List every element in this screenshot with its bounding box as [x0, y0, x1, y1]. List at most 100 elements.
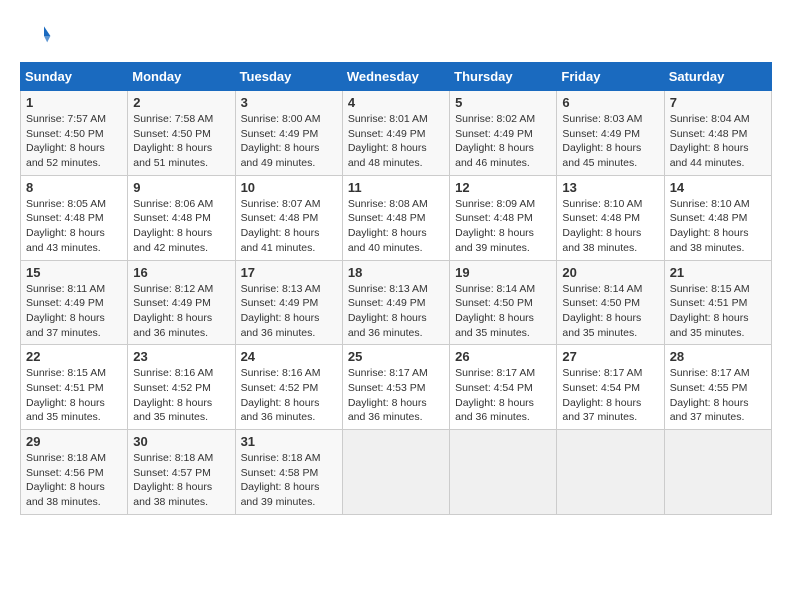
calendar-week-1: 1Sunrise: 7:57 AMSunset: 4:50 PMDaylight… — [21, 91, 772, 176]
calendar-table: SundayMondayTuesdayWednesdayThursdayFrid… — [20, 62, 772, 515]
calendar-cell: 7 Sunrise: 8:04 AMSunset: 4:48 PMDaylight… — [664, 91, 771, 176]
day-number: 26 — [455, 349, 551, 364]
day-info: Sunrise: 8:15 AMSunset: 4:51 PMDaylight:… — [670, 282, 766, 341]
day-info: Sunrise: 8:17 AMSunset: 4:55 PMDaylight:… — [670, 366, 766, 425]
day-info: Sunrise: 8:06 AMSunset: 4:48 PMDaylight:… — [133, 197, 229, 256]
day-info: Sunrise: 7:58 AMSunset: 4:50 PMDaylight:… — [133, 112, 229, 171]
day-info: Sunrise: 8:02 AMSunset: 4:49 PMDaylight:… — [455, 112, 551, 171]
day-info: Sunrise: 8:11 AMSunset: 4:49 PMDaylight:… — [26, 282, 122, 341]
day-info: Sunrise: 8:14 AMSunset: 4:50 PMDaylight:… — [455, 282, 551, 341]
day-header-friday: Friday — [557, 63, 664, 91]
day-number: 22 — [26, 349, 122, 364]
calendar-cell: 22 Sunrise: 8:15 AMSunset: 4:51 PMDayligh… — [21, 345, 128, 430]
day-info: Sunrise: 8:08 AMSunset: 4:48 PMDaylight:… — [348, 197, 444, 256]
calendar-cell: 20 Sunrise: 8:14 AMSunset: 4:50 PMDayligh… — [557, 260, 664, 345]
calendar-cell: 3 Sunrise: 8:00 AMSunset: 4:49 PMDaylight… — [235, 91, 342, 176]
day-info: Sunrise: 8:03 AMSunset: 4:49 PMDaylight:… — [562, 112, 658, 171]
page-header — [20, 20, 772, 52]
day-number: 31 — [241, 434, 337, 449]
day-info: Sunrise: 8:14 AMSunset: 4:50 PMDaylight:… — [562, 282, 658, 341]
calendar-cell: 23 Sunrise: 8:16 AMSunset: 4:52 PMDayligh… — [128, 345, 235, 430]
calendar-cell: 11 Sunrise: 8:08 AMSunset: 4:48 PMDayligh… — [342, 175, 449, 260]
calendar-cell: 27Sunrise: 8:17 AMSunset: 4:54 PMDayligh… — [557, 345, 664, 430]
logo-icon — [20, 20, 52, 52]
day-number: 29 — [26, 434, 122, 449]
day-info: Sunrise: 8:18 AMSunset: 4:56 PMDaylight:… — [26, 451, 122, 510]
calendar-cell: 17 Sunrise: 8:13 AMSunset: 4:49 PMDayligh… — [235, 260, 342, 345]
calendar-cell — [557, 430, 664, 515]
day-number: 8 — [26, 180, 122, 195]
calendar-week-3: 15 Sunrise: 8:11 AMSunset: 4:49 PMDayligh… — [21, 260, 772, 345]
calendar-cell: 6Sunrise: 8:03 AMSunset: 4:49 PMDaylight… — [557, 91, 664, 176]
day-info: Sunrise: 8:17 AMSunset: 4:54 PMDaylight:… — [455, 366, 551, 425]
day-number: 9 — [133, 180, 229, 195]
calendar-cell: 16 Sunrise: 8:12 AMSunset: 4:49 PMDayligh… — [128, 260, 235, 345]
calendar-cell: 9 Sunrise: 8:06 AMSunset: 4:48 PMDaylight… — [128, 175, 235, 260]
calendar-cell: 13 Sunrise: 8:10 AMSunset: 4:48 PMDayligh… — [557, 175, 664, 260]
day-header-sunday: Sunday — [21, 63, 128, 91]
day-header-thursday: Thursday — [450, 63, 557, 91]
calendar-cell: 5Sunrise: 8:02 AMSunset: 4:49 PMDaylight… — [450, 91, 557, 176]
day-info: Sunrise: 8:13 AMSunset: 4:49 PMDaylight:… — [348, 282, 444, 341]
day-info: Sunrise: 8:05 AMSunset: 4:48 PMDaylight:… — [26, 197, 122, 256]
day-header-saturday: Saturday — [664, 63, 771, 91]
day-number: 24 — [241, 349, 337, 364]
calendar-cell: 19 Sunrise: 8:14 AMSunset: 4:50 PMDayligh… — [450, 260, 557, 345]
calendar-cell: 24Sunrise: 8:16 AMSunset: 4:52 PMDayligh… — [235, 345, 342, 430]
day-header-tuesday: Tuesday — [235, 63, 342, 91]
day-number: 17 — [241, 265, 337, 280]
day-info: Sunrise: 8:10 AMSunset: 4:48 PMDaylight:… — [562, 197, 658, 256]
calendar-cell: 1Sunrise: 7:57 AMSunset: 4:50 PMDaylight… — [21, 91, 128, 176]
calendar-cell: 31 Sunrise: 8:18 AMSunset: 4:58 PMDayligh… — [235, 430, 342, 515]
day-number: 23 — [133, 349, 229, 364]
day-info: Sunrise: 8:13 AMSunset: 4:49 PMDaylight:… — [241, 282, 337, 341]
calendar-cell: 4 Sunrise: 8:01 AMSunset: 4:49 PMDaylight… — [342, 91, 449, 176]
day-number: 3 — [241, 95, 337, 110]
day-number: 7 — [670, 95, 766, 110]
logo — [20, 20, 56, 52]
calendar-cell: 25 Sunrise: 8:17 AMSunset: 4:53 PMDayligh… — [342, 345, 449, 430]
day-info: Sunrise: 8:18 AMSunset: 4:57 PMDaylight:… — [133, 451, 229, 510]
day-info: Sunrise: 8:18 AMSunset: 4:58 PMDaylight:… — [241, 451, 337, 510]
day-info: Sunrise: 8:07 AMSunset: 4:48 PMDaylight:… — [241, 197, 337, 256]
day-info: Sunrise: 8:12 AMSunset: 4:49 PMDaylight:… — [133, 282, 229, 341]
day-number: 1 — [26, 95, 122, 110]
day-number: 28 — [670, 349, 766, 364]
calendar-cell — [342, 430, 449, 515]
calendar-week-4: 22 Sunrise: 8:15 AMSunset: 4:51 PMDayligh… — [21, 345, 772, 430]
day-number: 2 — [133, 95, 229, 110]
calendar-cell: 15 Sunrise: 8:11 AMSunset: 4:49 PMDayligh… — [21, 260, 128, 345]
day-number: 27 — [562, 349, 658, 364]
day-number: 18 — [348, 265, 444, 280]
day-info: Sunrise: 8:10 AMSunset: 4:48 PMDaylight:… — [670, 197, 766, 256]
calendar-cell: 8 Sunrise: 8:05 AMSunset: 4:48 PMDaylight… — [21, 175, 128, 260]
day-info: Sunrise: 8:00 AMSunset: 4:49 PMDaylight:… — [241, 112, 337, 171]
calendar-week-5: 29 Sunrise: 8:18 AMSunset: 4:56 PMDayligh… — [21, 430, 772, 515]
calendar-cell: 18 Sunrise: 8:13 AMSunset: 4:49 PMDayligh… — [342, 260, 449, 345]
day-info: Sunrise: 8:15 AMSunset: 4:51 PMDaylight:… — [26, 366, 122, 425]
day-info: Sunrise: 8:09 AMSunset: 4:48 PMDaylight:… — [455, 197, 551, 256]
day-number: 20 — [562, 265, 658, 280]
day-number: 16 — [133, 265, 229, 280]
day-number: 11 — [348, 180, 444, 195]
calendar-cell: 2 Sunrise: 7:58 AMSunset: 4:50 PMDaylight… — [128, 91, 235, 176]
day-number: 19 — [455, 265, 551, 280]
day-number: 4 — [348, 95, 444, 110]
day-info: Sunrise: 8:16 AMSunset: 4:52 PMDaylight:… — [133, 366, 229, 425]
day-info: Sunrise: 8:17 AMSunset: 4:53 PMDaylight:… — [348, 366, 444, 425]
day-number: 13 — [562, 180, 658, 195]
day-info: Sunrise: 8:04 AMSunset: 4:48 PMDaylight:… — [670, 112, 766, 171]
calendar-cell — [664, 430, 771, 515]
day-number: 30 — [133, 434, 229, 449]
day-number: 25 — [348, 349, 444, 364]
day-header-monday: Monday — [128, 63, 235, 91]
day-number: 10 — [241, 180, 337, 195]
calendar-cell: 30 Sunrise: 8:18 AMSunset: 4:57 PMDayligh… — [128, 430, 235, 515]
day-number: 12 — [455, 180, 551, 195]
day-number: 15 — [26, 265, 122, 280]
calendar-cell: 28 Sunrise: 8:17 AMSunset: 4:55 PMDayligh… — [664, 345, 771, 430]
day-info: Sunrise: 8:01 AMSunset: 4:49 PMDaylight:… — [348, 112, 444, 171]
calendar-cell: 26 Sunrise: 8:17 AMSunset: 4:54 PMDayligh… — [450, 345, 557, 430]
calendar-cell — [450, 430, 557, 515]
day-number: 14 — [670, 180, 766, 195]
